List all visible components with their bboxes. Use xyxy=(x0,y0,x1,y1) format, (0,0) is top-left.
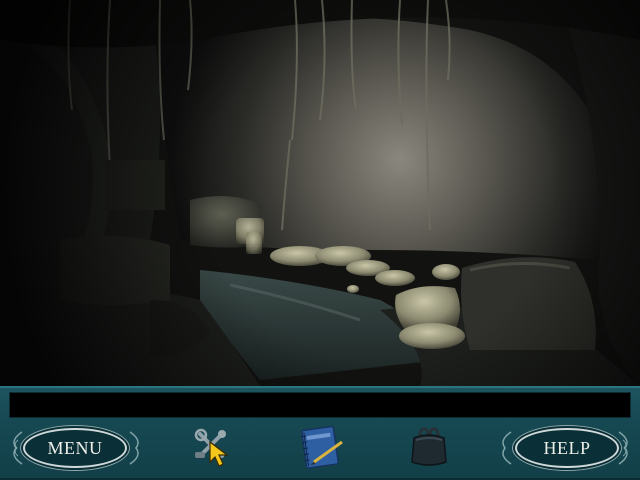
dialog-text-bar xyxy=(9,392,631,418)
hud-bar: MENU HELP xyxy=(0,386,640,480)
flourish-right-inner-icon xyxy=(502,431,512,465)
flourish-left-inner-icon xyxy=(129,431,139,465)
game-screen: MENU HELP xyxy=(0,0,640,480)
purse-icon[interactable] xyxy=(406,426,452,470)
help-button[interactable]: HELP xyxy=(515,428,619,468)
menu-button[interactable]: MENU xyxy=(23,428,127,468)
flourish-left-icon xyxy=(13,431,23,465)
cave-scene[interactable] xyxy=(0,0,640,386)
journal-icon[interactable] xyxy=(296,424,348,470)
arrow-cursor-icon xyxy=(209,440,229,467)
flourish-right-icon xyxy=(618,431,628,465)
